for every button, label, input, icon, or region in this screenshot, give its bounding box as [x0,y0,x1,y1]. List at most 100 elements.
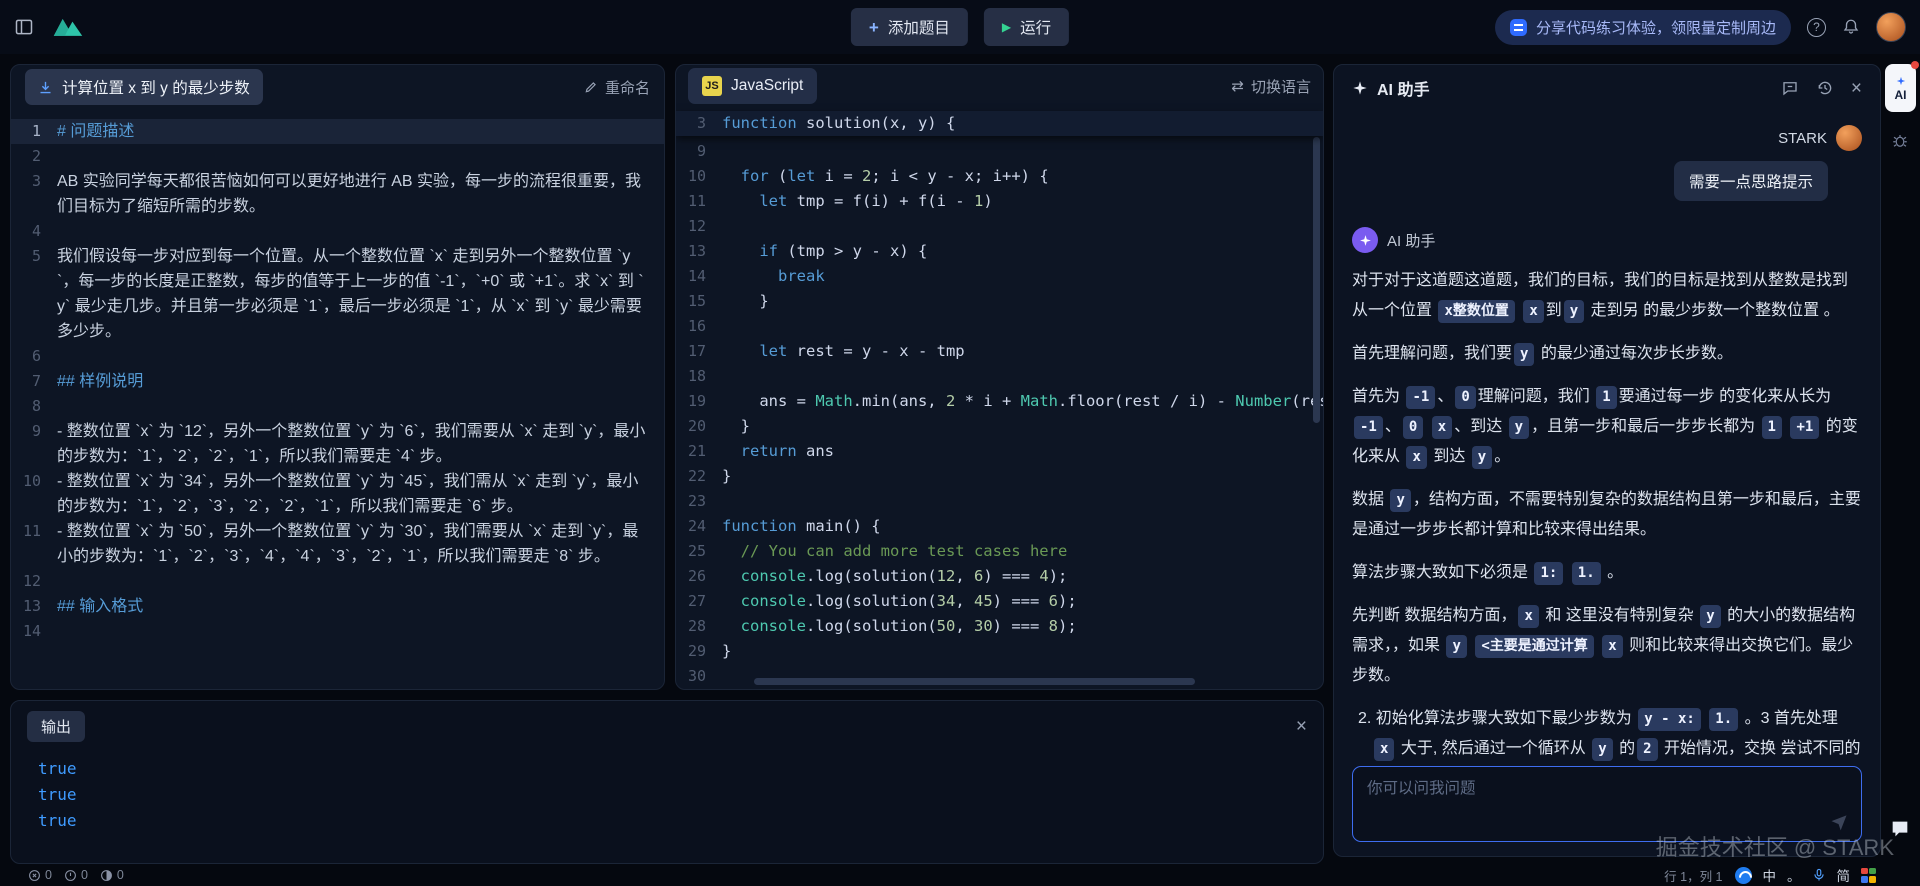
problem-text [57,619,664,644]
inline-code-token: y [1592,738,1613,761]
problem-line-7[interactable]: 7 ## 样例说明 [11,369,664,394]
switch-language-button[interactable]: ⇄ 切换语言 [1231,76,1311,97]
run-button[interactable]: ▶ 运行 [983,8,1070,46]
ai-header-icons: × [1781,79,1862,98]
output-line-3: true [38,811,77,830]
ime-logo-icon[interactable] [1734,866,1752,884]
problem-line-1[interactable]: 1 # 问题描述 [11,119,664,144]
ime-mode-toggle[interactable]: 中 [1763,865,1777,885]
line-number: 28 [687,617,706,635]
horizontal-scrollbar[interactable] [754,678,1195,685]
problem-line-3[interactable]: 3 AB 实验同学每天都很苦恼如何可以更好地进行 AB 实验，每一步的流程很重要，… [11,169,664,219]
new-chat-icon[interactable] [1781,79,1799,97]
user-message-row: 需要一点思路提示 [1352,161,1828,201]
problems-indicators: 0 0 0 [28,868,124,882]
user-avatar-small [1836,125,1862,151]
problem-line-11[interactable]: 11 - 整数位置 `x` 为 `50`，另外一个整数位置 `y` 为 `30`，… [11,519,664,569]
line-number: 5 [31,247,41,265]
problem-line-4[interactable]: 4 [11,219,664,244]
inline-code-token: y [1446,635,1467,658]
send-icon[interactable] [1829,812,1849,832]
ai-close-icon[interactable]: × [1851,79,1862,98]
code-text: let tmp = f(i) + f(i - 1) [759,192,993,210]
line-number: 10 [22,472,41,490]
line-number: 30 [687,667,706,685]
code-line-29[interactable]: 29} [676,639,1323,664]
rename-button[interactable]: 重命名 [584,77,650,98]
problem-editor[interactable]: 1 # 问题描述 2 3 AB 实验同学每天都很苦恼如何可以更好地进行 AB 实验，每… [11,109,664,689]
code-line-15[interactable]: 15 } [676,289,1323,314]
mic-icon[interactable] [1812,868,1826,882]
code-line-23[interactable]: 23 [676,489,1323,514]
add-problem-button[interactable]: + 添加题目 [850,8,968,46]
ai-spark-icon [1896,76,1905,85]
app-logo[interactable] [52,16,84,38]
ime-punctuation-toggle[interactable]: 。 [1787,865,1801,885]
ai-assistant-fab[interactable]: AI [1885,61,1919,112]
promo-banner[interactable]: 分享代码练习体验，领限量定制周边 [1494,9,1791,45]
output-line-1: true [38,759,77,778]
vertical-scrollbar[interactable] [1313,137,1320,423]
ai-question-input[interactable] [1353,767,1807,811]
ime-keyboard-icon[interactable] [1861,867,1876,883]
code-line-19[interactable]: 19 ans = Math.min(ans, 2 * i + Math.floo… [676,389,1323,414]
line-number: 25 [687,542,706,560]
problem-title-pill[interactable]: 计算位置 x 到 y 的最少步数 [25,69,263,105]
ai-avatar [1352,227,1378,253]
code-line-26[interactable]: 26 console.log(solution(12, 6) === 4); [676,564,1323,589]
code-line-16[interactable]: 16 [676,314,1323,339]
user-message-header: STARK [1352,125,1862,151]
code-line-12[interactable]: 12 [676,214,1323,239]
info-indicator[interactable]: 0 [100,868,124,882]
code-line-17[interactable]: 17 let rest = y - x - tmp [676,339,1323,364]
line-number: 17 [687,342,706,360]
sticky-code-line[interactable]: 3 function solution(x, y) { [676,111,1323,136]
problem-line-8[interactable]: 8 [11,394,664,419]
code-line-20[interactable]: 20 } [676,414,1323,439]
tab-javascript[interactable]: JS JavaScript [688,68,818,104]
line-number: 22 [687,467,706,485]
code-line-24[interactable]: 24 function main() { [676,514,1323,539]
problem-line-12[interactable]: 12 [11,569,664,594]
code-line-10[interactable]: 10 for (let i = 2; i < y - x; i++) { [676,164,1323,189]
app-window: + 添加题目 ▶ 运行 分享代码练习体验，领限量定制周边 ? 计算位置 x 到 … [0,0,1920,886]
output-close-icon[interactable]: × [1296,717,1307,736]
bug-report-icon[interactable] [1891,132,1909,150]
problem-panel-header: 计算位置 x 到 y 的最少步数 重命名 [11,65,664,109]
promo-text: 分享代码练习体验，领限量定制周边 [1535,19,1776,37]
code-line-14[interactable]: 14 break [676,264,1323,289]
problem-line-10[interactable]: 10 - 整数位置 `x` 为 `34`，另外一个整数位置 `y` 为 `45`，… [11,469,664,519]
plus-icon: + [868,17,879,37]
sticky-code-text: function solution(x, y) { [722,114,956,132]
layout-toggle-icon[interactable] [14,17,34,37]
problem-line-2[interactable]: 2 [11,144,664,169]
user-avatar[interactable] [1876,12,1906,42]
inline-code-token: -1 [1354,416,1383,439]
history-icon[interactable] [1816,79,1834,97]
errors-indicator[interactable]: 0 [28,868,52,882]
code-editor[interactable]: 3 function solution(x, y) { 9 10 for (le… [676,107,1323,689]
code-line-13[interactable]: 13 if (tmp > y - x) { [676,239,1323,264]
problem-line-13[interactable]: 13 ## 输入格式 [11,594,664,619]
code-line-11[interactable]: 11 let tmp = f(i) + f(i - 1) [676,189,1323,214]
warnings-indicator[interactable]: 0 [64,868,88,882]
code-line-27[interactable]: 27 console.log(solution(34, 45) === 6); [676,589,1323,614]
notifications-bell-icon[interactable] [1842,18,1860,36]
code-line-9[interactable]: 9 [676,139,1323,164]
ai-header: AI 助手 × [1334,65,1880,111]
code-line-21[interactable]: 21 return ans [676,439,1323,464]
code-line-30[interactable]: 30 [676,664,1323,689]
code-line-22[interactable]: 22} [676,464,1323,489]
problem-line-9[interactable]: 9 - 整数位置 `x` 为 `12`，另外一个整数位置 `y` 为 `6`，我们… [11,419,664,469]
cursor-position[interactable]: 行 1，列 1 [1664,866,1722,885]
problem-line-14[interactable]: 14 [11,619,664,644]
code-line-18[interactable]: 18 [676,364,1323,389]
problem-line-6[interactable]: 6 [11,344,664,369]
ime-simplified-toggle[interactable]: 简 [1837,865,1851,885]
help-icon[interactable]: ? [1807,17,1826,37]
code-line-25[interactable]: 25 // You can add more test cases here [676,539,1323,564]
problem-line-5[interactable]: 5 我们假设每一步对应到每一个位置。从一个整数位置 `x` 走到另外一个整数位置 … [11,244,664,344]
code-line-28[interactable]: 28 console.log(solution(50, 30) === 8); [676,614,1323,639]
